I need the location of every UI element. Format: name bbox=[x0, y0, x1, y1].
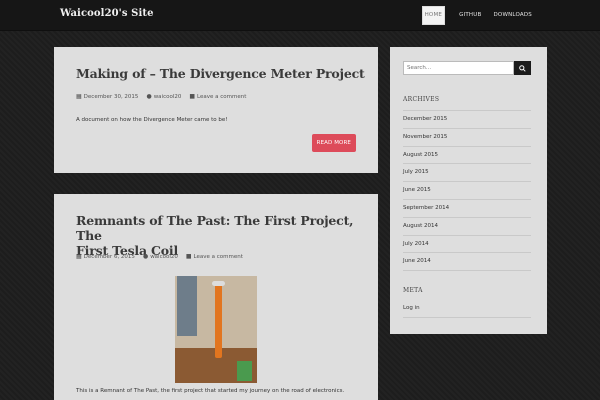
post-title[interactable]: Making of – The Divergence Meter Project bbox=[76, 66, 365, 81]
meta-link-login[interactable]: Log in bbox=[403, 300, 531, 318]
post-card: Making of – The Divergence Meter Project… bbox=[54, 47, 378, 173]
archive-link[interactable]: July 2014 bbox=[403, 236, 531, 254]
image-tesla-coil bbox=[215, 284, 222, 358]
post-author-text[interactable]: waicool20 bbox=[150, 254, 178, 260]
archives-title: ARCHIVES bbox=[403, 96, 440, 103]
nav-item-downloads[interactable]: DOWNLOADS bbox=[487, 0, 538, 30]
archive-link[interactable]: August 2014 bbox=[403, 218, 531, 236]
post-date-text[interactable]: December 6, 2015 bbox=[84, 254, 135, 260]
image-green-box bbox=[237, 361, 252, 381]
post-comments-text[interactable]: Leave a comment bbox=[197, 94, 246, 100]
post-excerpt: This is a Remnant of The Past, the first… bbox=[76, 388, 345, 394]
post-author[interactable]: ● waicool20 bbox=[142, 253, 178, 261]
meta-list: Log in bbox=[403, 300, 531, 318]
post-meta: ▦ December 30, 2015 ● waicool20 ■ Leave … bbox=[76, 93, 246, 101]
comment-icon: ■ bbox=[189, 93, 196, 100]
search-input[interactable] bbox=[403, 61, 514, 75]
archive-link[interactable]: August 2015 bbox=[403, 147, 531, 165]
post-comments[interactable]: ■ Leave a comment bbox=[189, 93, 246, 101]
search-button[interactable] bbox=[514, 61, 531, 75]
archive-link[interactable]: June 2014 bbox=[403, 253, 531, 272]
sidebar: ARCHIVES December 2015 November 2015 Aug… bbox=[390, 47, 547, 334]
archive-link[interactable]: November 2015 bbox=[403, 129, 531, 147]
archive-link[interactable]: September 2014 bbox=[403, 200, 531, 218]
calendar-icon: ▦ bbox=[76, 93, 82, 100]
post-excerpt: A document on how the Divergence Meter c… bbox=[76, 117, 228, 123]
search-icon bbox=[519, 64, 526, 72]
post-author[interactable]: ● waicool20 bbox=[146, 93, 182, 101]
post-comments[interactable]: ■ Leave a comment bbox=[185, 253, 243, 261]
post-author-text[interactable]: waicool20 bbox=[154, 94, 182, 100]
user-icon: ● bbox=[142, 253, 149, 260]
archives-list: December 2015 November 2015 August 2015 … bbox=[403, 110, 531, 272]
post-card: Remnants of The Past: The First Project,… bbox=[54, 194, 378, 400]
user-icon: ● bbox=[146, 93, 152, 100]
image-coil-cap bbox=[212, 281, 225, 286]
post-title-line-1[interactable]: Remnants of The Past: The First Project,… bbox=[76, 213, 354, 243]
post-date[interactable]: ▦ December 30, 2015 bbox=[76, 93, 139, 101]
post-date[interactable]: ▦ December 6, 2015 bbox=[76, 253, 135, 261]
post-featured-image[interactable] bbox=[175, 276, 257, 383]
top-navbar: Waicool20's Site HOME GITHUB DOWNLOADS bbox=[0, 0, 600, 31]
main-nav: HOME GITHUB DOWNLOADS bbox=[421, 0, 538, 30]
post-date-text[interactable]: December 30, 2015 bbox=[84, 94, 139, 100]
post-comments-text[interactable]: Leave a comment bbox=[194, 254, 243, 260]
calendar-icon: ▦ bbox=[76, 253, 82, 260]
site-title[interactable]: Waicool20's Site bbox=[60, 8, 154, 19]
nav-item-github[interactable]: GITHUB bbox=[453, 0, 487, 30]
image-window bbox=[177, 276, 197, 336]
archive-link[interactable]: June 2015 bbox=[403, 182, 531, 200]
post-meta: ▦ December 6, 2015 ● waicool20 ■ Leave a… bbox=[76, 253, 243, 261]
post-title[interactable]: Remnants of The Past: The First Project,… bbox=[76, 213, 378, 258]
nav-item-home[interactable]: HOME bbox=[421, 5, 446, 25]
meta-title: META bbox=[403, 287, 423, 294]
search-form bbox=[403, 61, 531, 75]
archive-link[interactable]: July 2015 bbox=[403, 164, 531, 183]
archive-link[interactable]: December 2015 bbox=[403, 110, 531, 129]
read-more-button[interactable]: READ MORE bbox=[311, 134, 356, 152]
comment-icon: ■ bbox=[185, 253, 192, 260]
